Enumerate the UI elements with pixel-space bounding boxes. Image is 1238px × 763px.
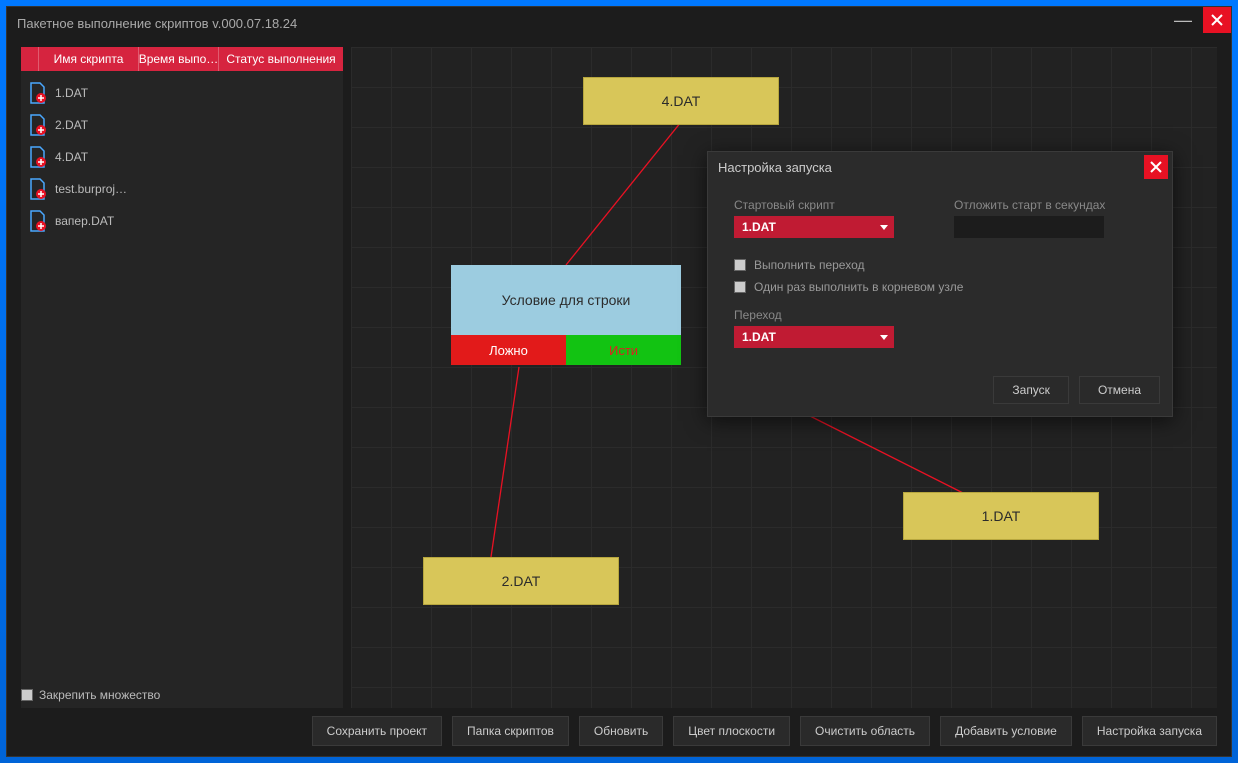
col-time[interactable]: Время выпо…: [139, 47, 219, 71]
col-spacer: [21, 47, 39, 71]
close-button[interactable]: [1203, 7, 1231, 33]
window-title: Пакетное выполнение скриптов v.000.07.18…: [17, 16, 297, 31]
main-window: Пакетное выполнение скриптов v.000.07.18…: [6, 6, 1232, 757]
condition-node[interactable]: Условие для строки Ложно Исти: [451, 265, 681, 365]
cancel-button[interactable]: Отмена: [1079, 376, 1160, 404]
list-header: Имя скрипта Время выпо… Статус выполнени…: [21, 47, 343, 71]
start-script-label: Стартовый скрипт: [734, 198, 894, 212]
list-item[interactable]: 1.DAT: [21, 77, 343, 109]
chevron-down-icon: [880, 225, 888, 230]
dialog-title-bar[interactable]: Настройка запуска: [708, 152, 1172, 182]
file-add-icon: [27, 82, 47, 104]
combo-value: 1.DAT: [742, 330, 776, 344]
list-item[interactable]: 2.DAT: [21, 109, 343, 141]
checkbox-once[interactable]: Один раз выполнить в корневом узле: [734, 280, 1146, 294]
combo-value: 1.DAT: [742, 220, 776, 234]
list-item-label: вапер.DAT: [55, 214, 114, 228]
refresh-button[interactable]: Обновить: [579, 716, 663, 746]
close-icon: [1211, 14, 1223, 26]
close-icon: [1150, 161, 1162, 173]
pin-label: Закрепить множество: [39, 688, 160, 702]
pin-set-checkbox[interactable]: Закрепить множество: [21, 688, 160, 702]
sidebar: Имя скрипта Время выпо… Статус выполнени…: [21, 47, 343, 708]
condition-false[interactable]: Ложно: [451, 335, 566, 365]
node-1dat[interactable]: 1.DAT: [903, 492, 1099, 540]
list-item[interactable]: 4.DAT: [21, 141, 343, 173]
list-item-label: 4.DAT: [55, 150, 88, 164]
delay-label: Отложить старт в секундах: [954, 198, 1105, 212]
list-item[interactable]: test.burproj…: [21, 173, 343, 205]
add-condition-button[interactable]: Добавить условие: [940, 716, 1072, 746]
file-add-icon: [27, 178, 47, 200]
dialog-body: Стартовый скрипт 1.DAT Отложить старт в …: [708, 182, 1172, 370]
condition-true[interactable]: Исти: [566, 335, 681, 365]
bottom-toolbar: Сохранить проект Папка скриптов Обновить…: [357, 716, 1217, 746]
clear-area-button[interactable]: Очистить область: [800, 716, 930, 746]
node-label: 1.DAT: [982, 508, 1021, 524]
transition-label: Переход: [734, 308, 1146, 322]
node-2dat[interactable]: 2.DAT: [423, 557, 619, 605]
list-item-label: test.burproj…: [55, 182, 127, 196]
minimize-button[interactable]: —: [1163, 7, 1203, 33]
node-label: 2.DAT: [502, 573, 541, 589]
list-item-label: 1.DAT: [55, 86, 88, 100]
plane-color-button[interactable]: Цвет плоскости: [673, 716, 790, 746]
dialog-footer: Запуск Отмена: [708, 370, 1172, 416]
file-add-icon: [27, 146, 47, 168]
col-status[interactable]: Статус выполнения: [219, 47, 343, 71]
list-item-label: 2.DAT: [55, 118, 88, 132]
launch-config-button[interactable]: Настройка запуска: [1082, 716, 1217, 746]
checkbox-label: Один раз выполнить в корневом узле: [754, 280, 963, 294]
condition-title: Условие для строки: [502, 292, 631, 308]
save-project-button[interactable]: Сохранить проект: [312, 716, 442, 746]
dialog-title: Настройка запуска: [718, 160, 832, 175]
script-list: 1.DAT 2.DAT 4.DAT: [21, 71, 343, 237]
list-item[interactable]: вапер.DAT: [21, 205, 343, 237]
start-script-combo[interactable]: 1.DAT: [734, 216, 894, 238]
file-add-icon: [27, 210, 47, 232]
transition-combo[interactable]: 1.DAT: [734, 326, 894, 348]
checkbox-label: Выполнить переход: [754, 258, 864, 272]
file-add-icon: [27, 114, 47, 136]
checkbox-go[interactable]: Выполнить переход: [734, 258, 1146, 272]
launch-config-dialog[interactable]: Настройка запуска Стартовый скрипт 1.DAT…: [707, 151, 1173, 417]
condition-body: Условие для строки: [451, 265, 681, 335]
delay-input[interactable]: [954, 216, 1104, 238]
titlebar[interactable]: Пакетное выполнение скриптов v.000.07.18…: [7, 7, 1231, 39]
node-4dat[interactable]: 4.DAT: [583, 77, 779, 125]
checkbox-icon: [734, 259, 746, 271]
node-label: 4.DAT: [662, 93, 701, 109]
col-name[interactable]: Имя скрипта: [39, 47, 139, 71]
checkbox-icon: [734, 281, 746, 293]
scripts-folder-button[interactable]: Папка скриптов: [452, 716, 569, 746]
chevron-down-icon: [880, 335, 888, 340]
checkbox-icon: [21, 689, 33, 701]
dialog-close-button[interactable]: [1144, 155, 1168, 179]
launch-button[interactable]: Запуск: [993, 376, 1069, 404]
